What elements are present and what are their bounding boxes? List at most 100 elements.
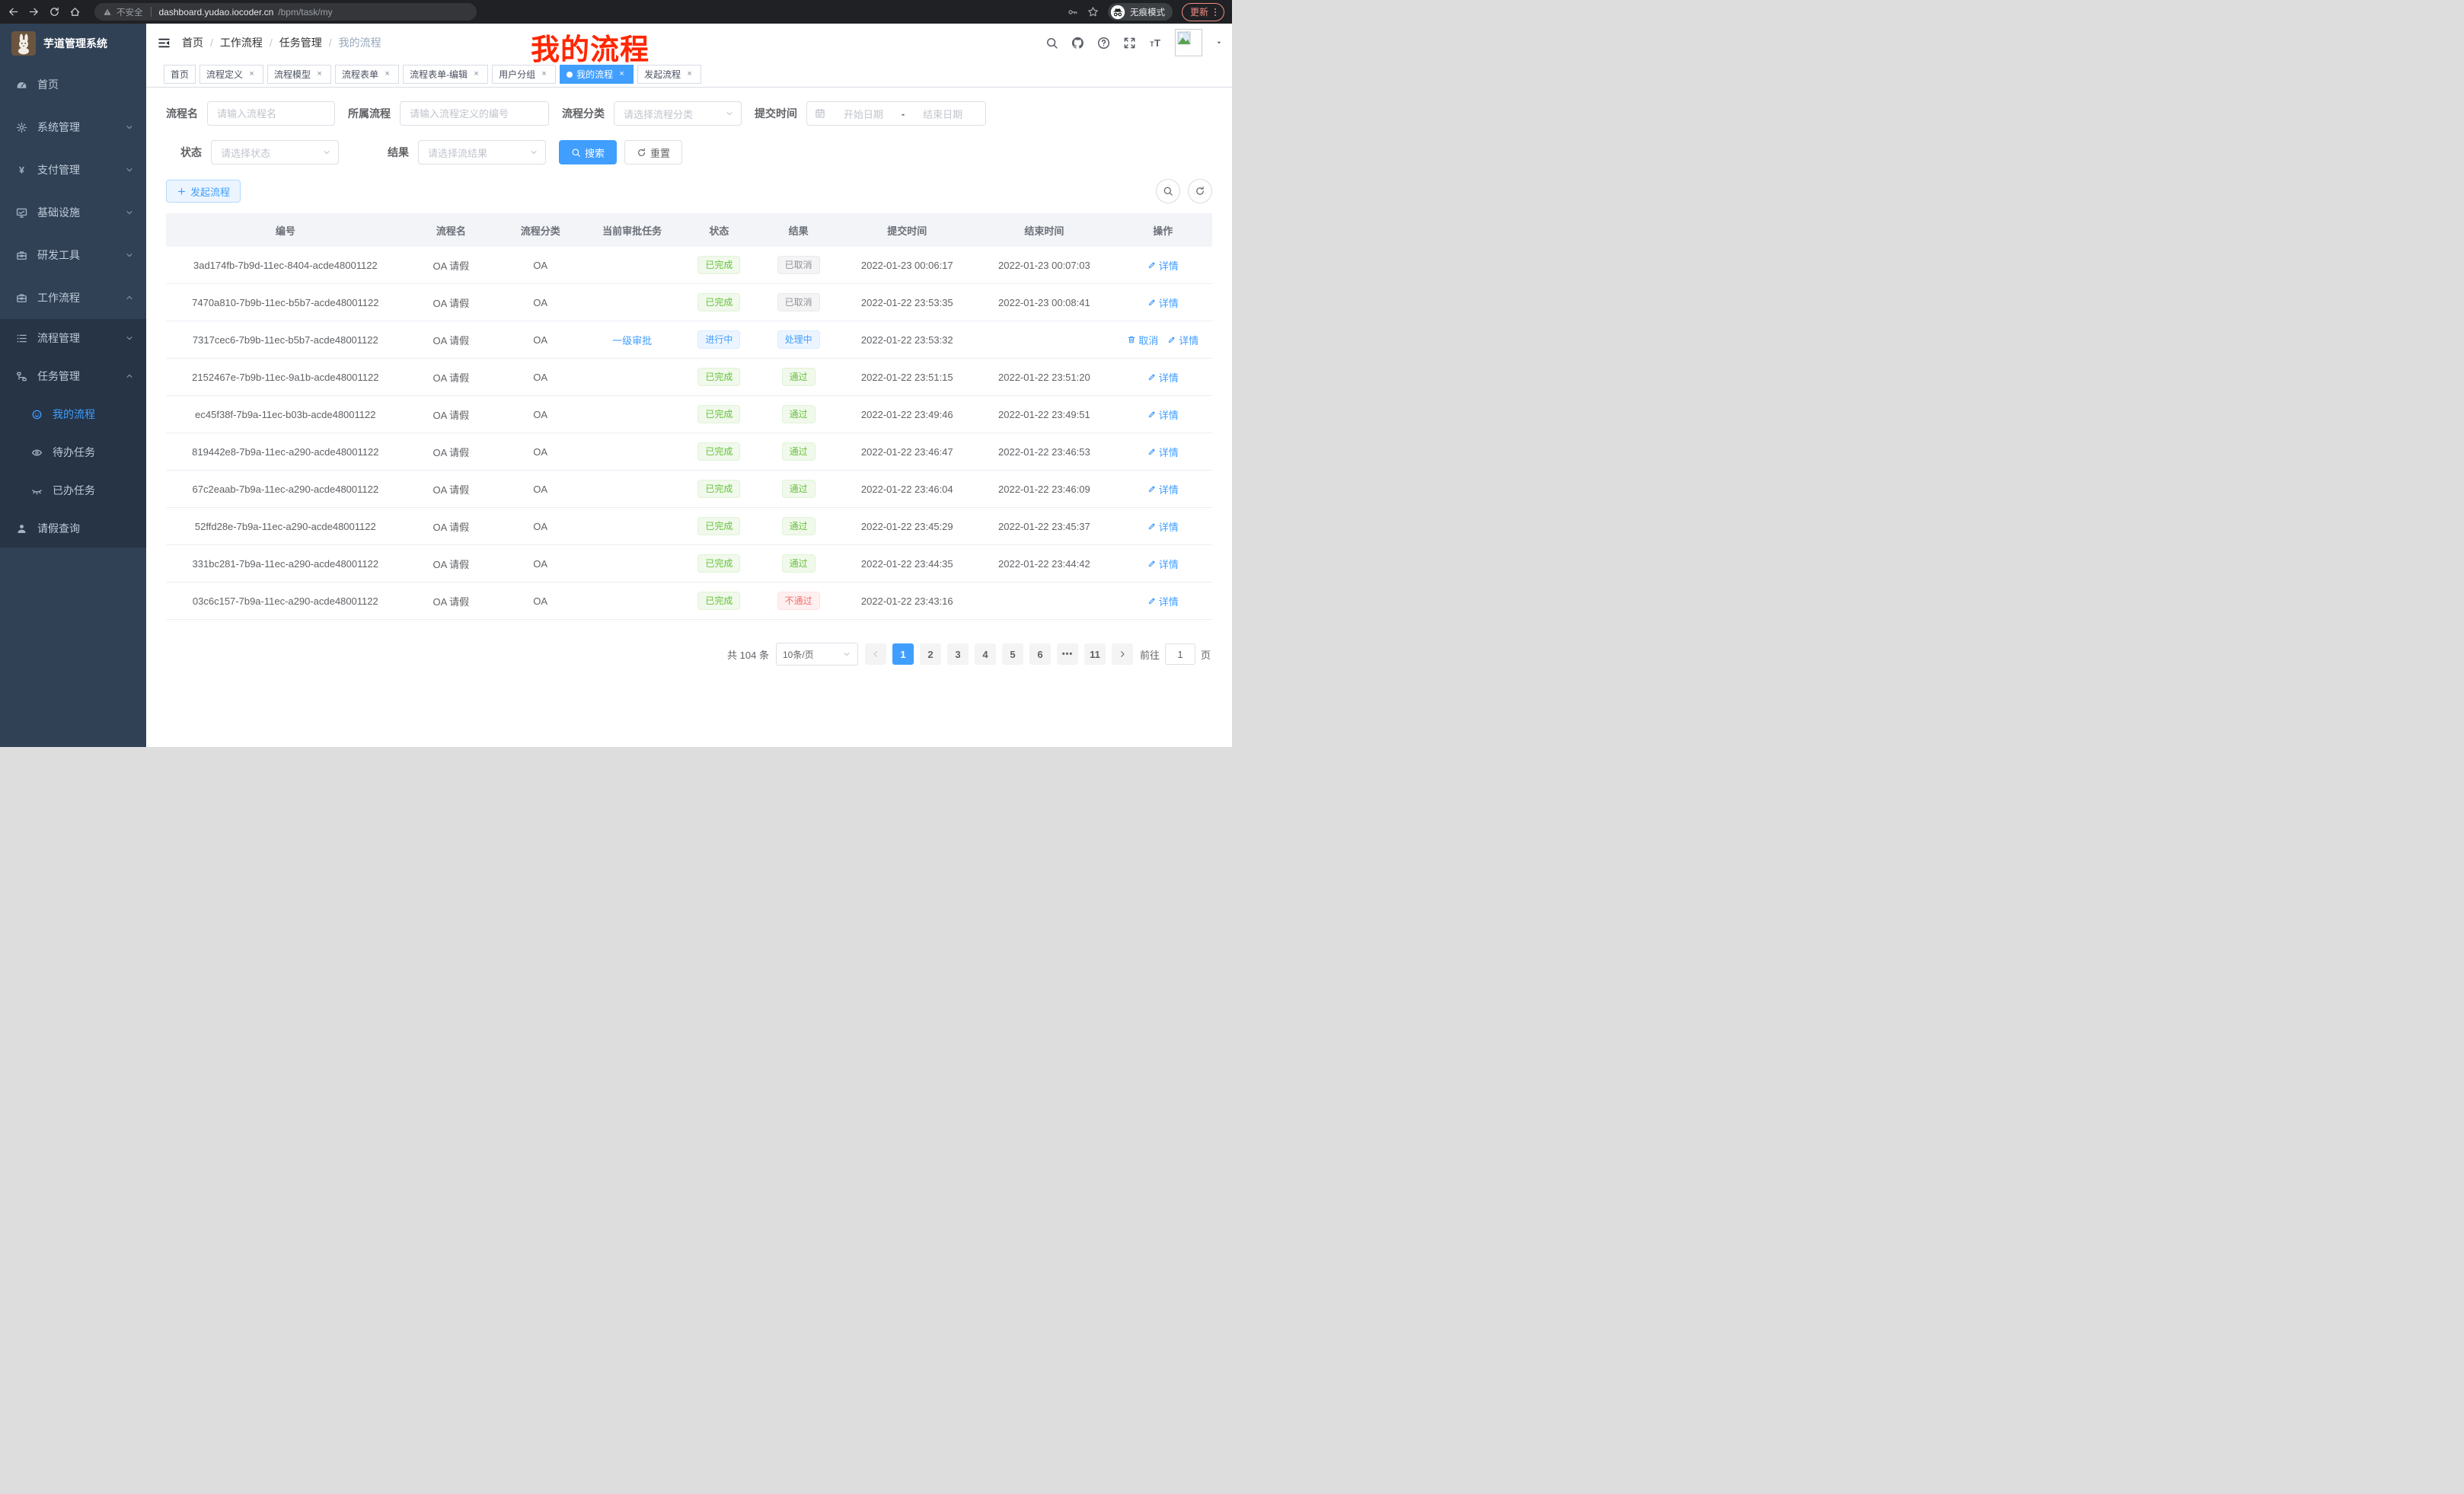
pagination-page-3[interactable]: 3 [947, 643, 969, 665]
tab-1[interactable]: 流程定义× [199, 65, 263, 84]
avatar[interactable] [1175, 29, 1202, 56]
sidebar-subitem-1[interactable]: 任务管理 [0, 357, 146, 395]
close-icon[interactable]: × [314, 69, 324, 79]
tab-4[interactable]: 流程表单-编辑× [403, 65, 488, 84]
refresh-table-button[interactable] [1188, 179, 1212, 203]
close-icon[interactable]: × [471, 69, 481, 79]
header-search-icon[interactable] [1045, 37, 1058, 49]
reset-button[interactable]: 重置 [624, 140, 682, 164]
sidebar-subitem-5[interactable]: 请假查询 [0, 509, 146, 547]
detail-link[interactable]: 详情 [1147, 407, 1179, 422]
github-icon[interactable] [1071, 37, 1084, 49]
detail-link[interactable]: 详情 [1147, 295, 1179, 310]
close-icon[interactable]: × [539, 69, 549, 79]
detail-link[interactable]: 详情 [1147, 445, 1179, 459]
sidebar-toggle-icon[interactable] [158, 37, 171, 49]
avatar-caret-icon[interactable] [1215, 39, 1223, 46]
detail-link[interactable]: 详情 [1147, 594, 1179, 608]
status-badge: 已完成 [697, 293, 740, 311]
cell-process-name: OA 请假 [405, 545, 497, 583]
tab-0[interactable]: 首页 [164, 65, 196, 84]
font-size-icon[interactable]: TT [1149, 37, 1162, 49]
task-link[interactable]: 一级审批 [612, 335, 652, 346]
pagination-page-1[interactable]: 1 [892, 643, 914, 665]
detail-link[interactable]: 详情 [1147, 370, 1179, 385]
breadcrumb: 首页/工作流程/任务管理/我的流程 [182, 35, 381, 50]
cell-process-name: OA 请假 [405, 471, 497, 508]
pagination-page-4[interactable]: 4 [975, 643, 996, 665]
sidebar-item-0[interactable]: 首页 [0, 63, 146, 106]
start-process-button[interactable]: 发起流程 [166, 180, 241, 203]
pagination-prev-button[interactable] [865, 643, 886, 665]
status-select[interactable]: 请选择状态 [211, 140, 339, 164]
tab-2[interactable]: 流程模型× [267, 65, 331, 84]
filter-result: 结果 请选择流结果 [388, 140, 546, 164]
pagination-page-5[interactable]: 5 [1002, 643, 1023, 665]
cell-end-time: 2022-01-22 23:44:42 [975, 545, 1113, 583]
breadcrumb-item[interactable]: 工作流程 [220, 37, 263, 49]
detail-link[interactable]: 详情 [1147, 258, 1179, 273]
browser-menu-icon[interactable] [1210, 7, 1221, 18]
breadcrumb-item[interactable]: 首页 [182, 37, 203, 49]
browser-forward-icon[interactable] [28, 6, 40, 18]
address-bar[interactable]: 不安全 dashboard.yudao.iocoder.cn/bpm/task/… [94, 3, 477, 21]
sidebar-subitem-4[interactable]: 已办任务 [0, 471, 146, 509]
sidebar-item-3[interactable]: 基础设施 [0, 191, 146, 234]
cell-process-name: OA 请假 [405, 284, 497, 321]
browser-back-icon[interactable] [8, 6, 19, 18]
browser-reload-icon[interactable] [49, 6, 60, 18]
sidebar-item-4[interactable]: 研发工具 [0, 234, 146, 276]
pagination-page-6[interactable]: 6 [1029, 643, 1051, 665]
pagination-goto: 前往 页 [1140, 643, 1211, 665]
process-name-input[interactable] [207, 101, 335, 126]
browser-home-icon[interactable] [69, 6, 81, 18]
sidebar-item-5[interactable]: 工作流程 [0, 276, 146, 319]
sidebar-subitem-3[interactable]: 待办任务 [0, 433, 146, 471]
category-select[interactable]: 请选择流程分类 [614, 101, 742, 126]
status-badge: 已完成 [697, 592, 740, 610]
result-select[interactable]: 请选择流结果 [418, 140, 546, 164]
fullscreen-icon[interactable] [1123, 37, 1136, 49]
tab-3[interactable]: 流程表单× [335, 65, 399, 84]
navbar: 首页/工作流程/任务管理/我的流程 TT [146, 24, 1232, 62]
detail-link[interactable]: 详情 [1147, 519, 1179, 534]
sidebar-item-1[interactable]: 系统管理 [0, 106, 146, 148]
table-column-header: 流程分类 [497, 213, 583, 247]
sidebar-item-2[interactable]: ¥支付管理 [0, 148, 146, 191]
help-icon[interactable] [1097, 37, 1110, 49]
cell-id: 67c2eaab-7b9a-11ec-a290-acde48001122 [166, 471, 405, 508]
pagination-page-2[interactable]: 2 [920, 643, 941, 665]
detail-link[interactable]: 详情 [1147, 557, 1179, 571]
submit-time-range[interactable]: 开始日期 - 结束日期 [806, 101, 986, 126]
pagination-page-11[interactable]: 11 [1084, 643, 1106, 665]
goto-page-input[interactable] [1165, 643, 1195, 665]
owner-process-input[interactable] [400, 101, 549, 126]
update-button[interactable]: 更新 [1182, 3, 1224, 21]
pagination-next-button[interactable] [1112, 643, 1133, 665]
close-icon[interactable]: × [247, 69, 257, 79]
password-key-icon[interactable] [1068, 7, 1078, 18]
table-row: 67c2eaab-7b9a-11ec-a290-acde48001122OA 请… [166, 471, 1212, 508]
cell-operations: 详情 [1113, 545, 1212, 583]
cell-operations: 取消详情 [1113, 321, 1212, 359]
search-button[interactable]: 搜索 [559, 140, 617, 164]
sidebar-subitem-0[interactable]: 流程管理 [0, 319, 146, 357]
app-logo-row[interactable]: 芋道管理系统 [0, 24, 146, 63]
table-row: 7470a810-7b9b-11ec-b5b7-acde48001122OA 请… [166, 284, 1212, 321]
close-icon[interactable]: × [685, 69, 694, 79]
cancel-link[interactable]: 取消 [1127, 333, 1158, 347]
detail-link[interactable]: 详情 [1167, 333, 1198, 347]
pagination-ellipsis[interactable]: ••• [1057, 643, 1078, 665]
page-size-label: 10条/页 [783, 648, 814, 661]
page-size-select[interactable]: 10条/页 [776, 643, 858, 666]
breadcrumb-item[interactable]: 任务管理 [279, 37, 322, 49]
face-icon [31, 409, 43, 420]
status-badge: 已完成 [697, 256, 740, 274]
incognito-icon [1110, 5, 1125, 20]
close-icon[interactable]: × [382, 69, 392, 79]
toggle-search-button[interactable] [1156, 179, 1180, 203]
close-icon[interactable]: × [617, 69, 627, 79]
detail-link[interactable]: 详情 [1147, 482, 1179, 496]
bookmark-star-icon[interactable] [1087, 6, 1099, 18]
sidebar-subitem-2[interactable]: 我的流程 [0, 395, 146, 433]
